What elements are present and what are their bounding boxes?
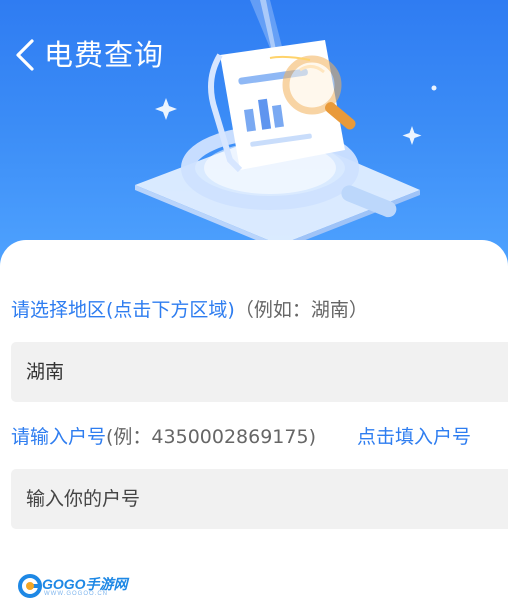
region-selector[interactable]: 湖南 xyxy=(11,342,508,402)
fill-account-link[interactable]: 点击填入户号 xyxy=(357,424,471,450)
region-label: 请选择地区(点击下方区域) xyxy=(11,299,235,321)
region-label-row: 请选择地区(点击下方区域)（例如：湖南） xyxy=(11,297,368,323)
watermark-url: WWW.GOGOO.CN xyxy=(44,591,108,597)
region-example: （例如：湖南） xyxy=(234,299,368,321)
back-button[interactable] xyxy=(10,38,40,72)
account-example: (例：4350002869175) xyxy=(106,426,316,448)
site-watermark: GOGO手游网 WWW.GOGOO.CN xyxy=(18,572,128,602)
account-input[interactable]: 输入你的户号 xyxy=(11,469,508,529)
account-placeholder: 输入你的户号 xyxy=(26,488,141,510)
bill-magnifier-illustration xyxy=(135,0,437,250)
account-label-row: 请输入户号(例：4350002869175) xyxy=(11,424,316,450)
account-label: 请输入户号 xyxy=(11,426,107,448)
region-value: 湖南 xyxy=(26,361,65,383)
chevron-left-icon xyxy=(16,39,34,71)
gogo-logo-icon xyxy=(18,574,42,598)
header-banner: 电费查询 xyxy=(0,0,508,270)
